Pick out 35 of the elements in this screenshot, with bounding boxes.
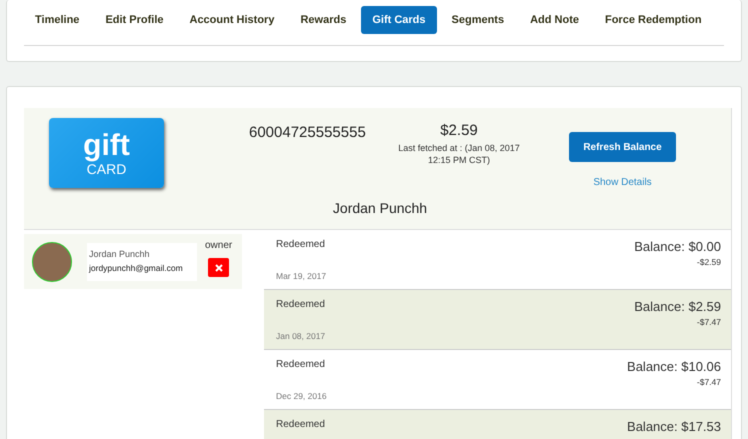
tab[interactable]: Segments — [440, 6, 516, 34]
last-fetched-text: Last fetched at : (Jan 08, 2017 12:15 PM CST) — [397, 142, 521, 166]
transaction-amount: -$7.47 — [696, 317, 721, 327]
owner-role: owner — [205, 240, 232, 251]
close-icon — [214, 264, 223, 272]
transaction-balance: Balance: $0.00 — [634, 239, 721, 254]
show-details-link[interactable]: Show Details — [593, 177, 652, 188]
transaction-balance: Balance: $10.06 — [627, 359, 721, 374]
transaction-type: Redeemed — [276, 299, 326, 310]
transaction-type: Redeemed — [276, 419, 325, 430]
owner-name: Jordan Punchh — [89, 248, 151, 258]
gift-card-logo: gift CARD — [49, 118, 164, 188]
transaction-amount: -$2.59 — [696, 257, 721, 267]
tab[interactable]: Rewards — [289, 6, 358, 34]
tab[interactable]: Add Note — [519, 6, 590, 34]
transaction-balance: Balance: $2.59 — [634, 299, 721, 314]
tab[interactable]: Gift Cards — [361, 6, 437, 34]
card-number: 60004725555555 — [248, 123, 367, 143]
card-balance: $2.59 — [440, 122, 478, 139]
tab[interactable]: Account History — [178, 6, 286, 34]
transaction-date: Mar 19, 2017 — [276, 271, 326, 281]
transaction-balance: Balance: $17.53 — [627, 419, 721, 434]
card-holder-name: Jordan Punchh — [332, 200, 428, 218]
tab[interactable]: Timeline — [24, 6, 90, 34]
remove-button[interactable] — [208, 258, 230, 277]
owner-email: jordypunchh@gmail.com — [89, 262, 184, 272]
transaction-amount: -$7.47 — [696, 377, 721, 387]
transaction-type: Redeemed — [276, 239, 326, 250]
refresh-balance-button[interactable]: Refresh Balance — [569, 132, 676, 162]
avatar — [32, 242, 72, 282]
tab[interactable]: Force Redemption — [594, 6, 713, 34]
transaction-date: Dec 29, 2016 — [276, 391, 327, 401]
transaction-type: Redeemed — [276, 359, 326, 370]
tab[interactable]: Edit Profile — [94, 6, 174, 34]
transaction-date: Jan 08, 2017 — [276, 331, 326, 341]
